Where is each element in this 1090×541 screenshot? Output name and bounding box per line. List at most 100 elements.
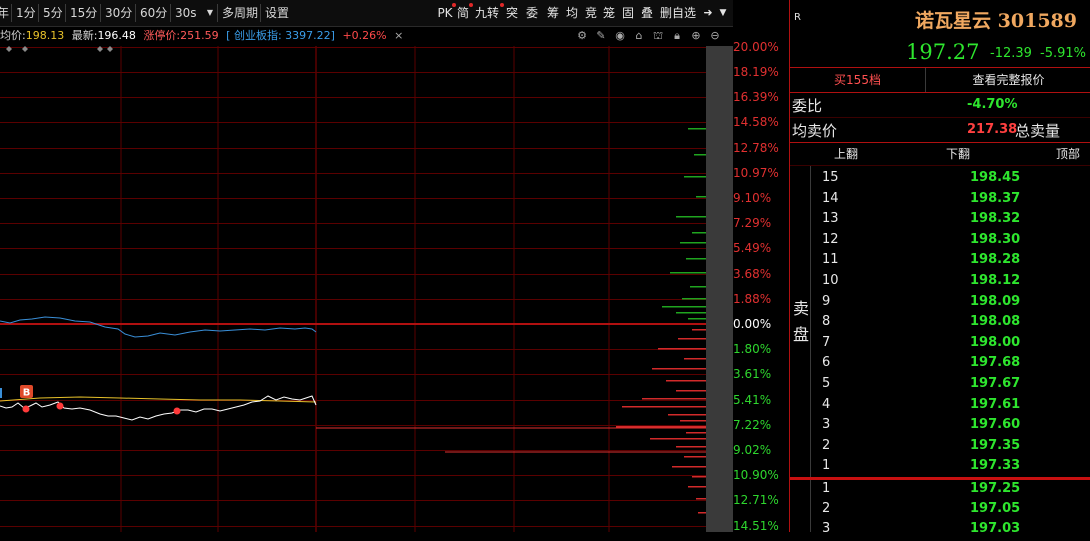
level-number: 8 [822, 314, 831, 330]
depth-bar [684, 456, 706, 458]
zoom-in-icon[interactable]: ⊕ [689, 29, 703, 43]
close-icon[interactable]: × [394, 29, 403, 42]
depth-bar [672, 466, 706, 468]
remove-watchlist-button[interactable]: 删自选 [657, 4, 699, 22]
depth-bar [622, 406, 706, 408]
full-quote-tab[interactable]: 查看完整报价 [926, 68, 1090, 92]
index-readout: [ 创业板指: 3397.22] [226, 29, 335, 42]
tab-30min[interactable]: 30分 [102, 4, 136, 22]
level-number: 12 [822, 231, 839, 247]
lock-icon[interactable]: 🔒︎ [670, 29, 684, 43]
level-number: 4 [822, 396, 831, 412]
overlay-button[interactable]: 叠 [638, 4, 656, 22]
eye-icon[interactable]: ◉ [613, 29, 627, 43]
blue-marker [0, 388, 2, 398]
depth-bar [694, 154, 706, 156]
tab-1min[interactable]: 1分 [13, 4, 39, 22]
level-number: 7 [822, 334, 831, 350]
depth-bar [658, 348, 706, 350]
chips-button[interactable]: 筹 [543, 4, 563, 22]
pen-icon[interactable]: ✎ [594, 29, 608, 43]
level-price: 198.28 [970, 252, 1021, 268]
depth-bar [696, 196, 706, 198]
fixed-button[interactable]: 固 [619, 4, 637, 22]
weibi-row: 委比 -4.70% [790, 94, 1090, 116]
depth-bar [616, 426, 706, 428]
sell-level-row[interactable]: 6 197.68 [790, 355, 1090, 375]
chevron-down-icon[interactable]: ▼ [207, 4, 213, 22]
level-price: 197.03 [970, 521, 1021, 536]
buy-level-row[interactable]: 3 197.03 [790, 521, 1090, 541]
axis-tick-label: 12.71% [733, 493, 779, 508]
price-change-pct: -5.91% [1040, 46, 1086, 61]
tab-30s[interactable]: 30s ▼ [172, 4, 218, 22]
price-row: 197.27 -12.39 -5.91% [790, 40, 1090, 66]
depth-bars [616, 128, 706, 514]
buy-levels-tab[interactable]: 买155档 [790, 68, 926, 92]
sell-level-row[interactable]: 14 198.37 [790, 191, 1090, 211]
price-change: -12.39 [990, 46, 1032, 61]
exit-icon[interactable]: ➜ [701, 4, 715, 22]
settings-button[interactable]: 设置 [262, 4, 294, 22]
tab-15min[interactable]: 15分 [67, 4, 101, 22]
average-button[interactable]: 均 [563, 4, 581, 22]
gear-icon[interactable]: ⚙ [575, 29, 589, 43]
divider [790, 92, 1090, 93]
level-price: 198.32 [970, 211, 1021, 227]
cage-button[interactable]: 笼 [600, 4, 618, 22]
depth-bar [692, 232, 706, 234]
sell-level-row[interactable]: 1 197.33 [790, 458, 1090, 478]
sell-level-row[interactable]: 12 198.30 [790, 232, 1090, 252]
weibi-value: -4.70% [967, 97, 1018, 112]
breakout-button[interactable]: 突 [503, 4, 521, 22]
axis-tick-label: 14.58% [733, 115, 779, 130]
level-number: 3 [822, 521, 831, 536]
sell-level-row[interactable]: 9 198.09 [790, 294, 1090, 314]
level-number: 5 [822, 376, 831, 391]
bank-icon[interactable]: ⛫ [651, 29, 665, 43]
sell-level-row[interactable]: 4 197.61 [790, 397, 1090, 417]
multi-period-button[interactable]: 多周期 [219, 4, 261, 22]
basket-icon[interactable]: ⌂ [632, 29, 646, 43]
buy-level-row[interactable]: 2 197.05 [790, 501, 1090, 521]
chart-canvas[interactable]: B [0, 46, 789, 532]
intraday-chart[interactable]: B 20.00% 18.19% 16.39% 14.58% 12.78% 10.97% 9.… [0, 40, 789, 536]
sell-level-row[interactable]: 7 198.00 [790, 335, 1090, 355]
risk-badge: R [794, 12, 801, 23]
limit-up-value: 251.59 [180, 29, 219, 42]
stock-code: 301589 [997, 10, 1077, 32]
buy-level-row[interactable]: 1 197.25 [790, 481, 1090, 501]
axis-tick-label: 10.97% [733, 165, 779, 180]
tab-5min[interactable]: 5分 [40, 4, 66, 22]
level-price: 197.33 [970, 458, 1021, 474]
sell-level-row[interactable]: 8 198.08 [790, 314, 1090, 334]
nine-turn-button[interactable]: 九转 [472, 4, 502, 22]
avg-price-value: 198.13 [25, 29, 65, 42]
weibi-label: 委比 [792, 97, 823, 115]
sell-level-row[interactable]: 5 197.67 [790, 376, 1090, 396]
simple-button[interactable]: 简 [455, 4, 471, 22]
page-up-button[interactable]: 上翻 [834, 145, 858, 162]
level-number: 9 [822, 293, 831, 309]
depth-bar [676, 446, 706, 448]
sell-level-row[interactable]: 3 197.60 [790, 417, 1090, 437]
sell-level-row[interactable]: 2 197.35 [790, 438, 1090, 458]
avg-sell-label: 均卖价 [792, 122, 838, 140]
tab-year[interactable]: 年 [0, 4, 12, 22]
axis-tick-label: 5.41% [733, 392, 772, 407]
level-price: 198.09 [970, 293, 1021, 309]
pk-button[interactable]: PK [436, 4, 454, 22]
top-button[interactable]: 顶部 [1056, 145, 1080, 162]
sell-level-row[interactable]: 13 198.32 [790, 211, 1090, 231]
sell-level-row[interactable]: 15 198.45 [790, 170, 1090, 190]
depth-bar [696, 498, 706, 500]
page-down-button[interactable]: 下翻 [946, 145, 970, 162]
menu-chevron-icon[interactable]: ▼ [716, 4, 730, 22]
tab-60min[interactable]: 60分 [137, 4, 171, 22]
auction-button[interactable]: 竞 [582, 4, 600, 22]
zoom-out-icon[interactable]: ⊖ [708, 29, 722, 43]
depth-bar [678, 338, 706, 340]
order-button[interactable]: 委 [522, 4, 542, 22]
sell-level-row[interactable]: 10 198.12 [790, 273, 1090, 293]
sell-level-row[interactable]: 11 198.28 [790, 252, 1090, 272]
